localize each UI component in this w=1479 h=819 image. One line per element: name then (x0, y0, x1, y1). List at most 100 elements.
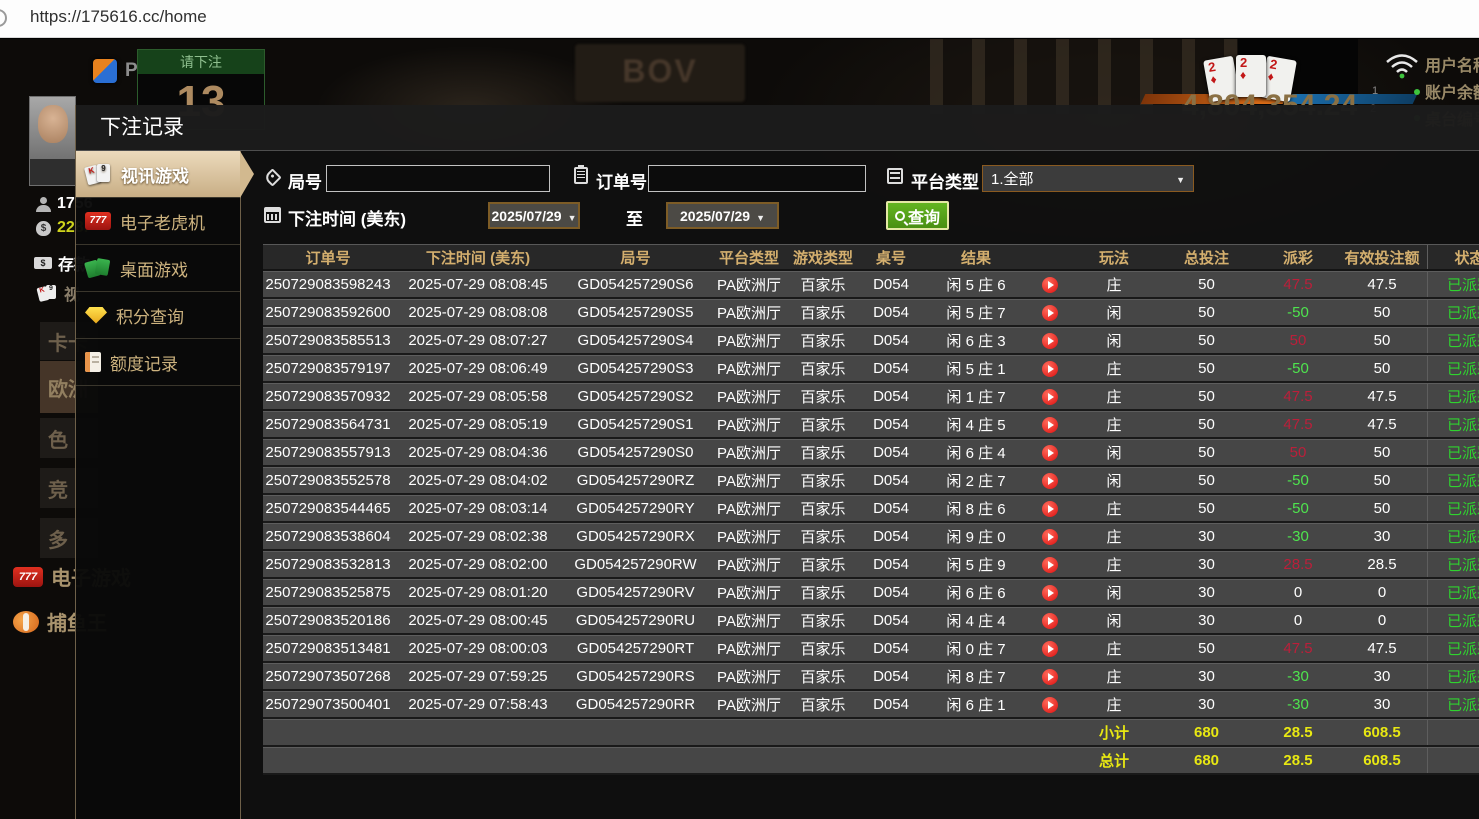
cell-game-type: 百家乐 (790, 496, 856, 521)
order-no-input[interactable] (648, 165, 866, 192)
sidebar-item-slots[interactable]: 777 电子老虎机 (76, 198, 240, 245)
fish-icon (13, 611, 39, 633)
cell-status: 已派彩 (1427, 664, 1479, 689)
cell-valid-bet: 50 (1337, 300, 1427, 325)
cell-result: 闲 6 庄 6 (926, 580, 1026, 605)
cell-result: 闲 2 庄 7 (926, 468, 1026, 493)
replay-play-icon[interactable] (1042, 361, 1058, 377)
cell-replay (1026, 524, 1074, 549)
cell-valid-bet: 47.5 (1337, 636, 1427, 661)
cell-table-no: D054 (856, 356, 926, 381)
replay-play-icon[interactable] (1042, 501, 1058, 517)
replay-play-icon[interactable] (1042, 417, 1058, 433)
user-icon (36, 197, 51, 212)
sidebar-item-points[interactable]: 积分查询 (76, 292, 240, 339)
cell-platform: PA欧洲厅 (708, 496, 790, 521)
cell-status: 已派彩 (1427, 272, 1479, 297)
subtotal-row: 小计 680 28.5 608.5 (263, 719, 1479, 747)
cell-table-no: D054 (856, 692, 926, 717)
replay-play-icon[interactable] (1042, 641, 1058, 657)
platform-type-select[interactable]: 1.全部 (982, 165, 1194, 192)
cell-game-type: 百家乐 (790, 692, 856, 717)
replay-play-icon[interactable] (1042, 613, 1058, 629)
replay-play-icon[interactable] (1042, 697, 1058, 713)
sidebar-item-credit-records[interactable]: 额度记录 (76, 339, 240, 386)
replay-play-icon[interactable] (1042, 389, 1058, 405)
cell-status: 已派彩 (1427, 468, 1479, 493)
sidebar-item-video-games[interactable]: K9 视讯游戏 (76, 151, 240, 198)
diamond-icon (85, 307, 107, 324)
cell-game-type: 百家乐 (790, 524, 856, 549)
replay-play-icon[interactable] (1042, 529, 1058, 545)
replay-play-icon[interactable] (1042, 585, 1058, 601)
cell-total-bet: 50 (1154, 328, 1259, 353)
cell-result: 闲 6 庄 1 (926, 692, 1026, 717)
cell-play: 庄 (1074, 272, 1154, 297)
cell-time: 2025-07-29 07:59:25 (393, 664, 563, 689)
cell-payout: 50 (1259, 328, 1337, 353)
cell-total-bet: 50 (1154, 496, 1259, 521)
cell-table-no: D054 (856, 412, 926, 437)
table-row: 250729073500401 2025-07-29 07:58:43 GD05… (263, 691, 1479, 719)
modal-title-bar: 下注记录 (76, 105, 1479, 151)
cell-result: 闲 4 庄 5 (926, 412, 1026, 437)
cell-game-no: GD054257290RX (563, 524, 708, 549)
cell-total-bet: 50 (1154, 440, 1259, 465)
cell-replay (1026, 580, 1074, 605)
cell-platform: PA欧洲厅 (708, 384, 790, 409)
cell-play: 闲 (1074, 580, 1154, 605)
col-header-replay (1026, 245, 1074, 269)
url-text[interactable]: https://175616.cc/home (30, 7, 207, 27)
replay-play-icon[interactable] (1042, 557, 1058, 573)
cell-table-no: D054 (856, 664, 926, 689)
cell-game-type: 百家乐 (790, 636, 856, 661)
to-label: 至 (626, 205, 643, 230)
cell-game-type: 百家乐 (790, 384, 856, 409)
table-row: 250729083544465 2025-07-29 08:03:14 GD05… (263, 495, 1479, 523)
cell-table-no: D054 (856, 468, 926, 493)
cell-result: 闲 5 庄 1 (926, 356, 1026, 381)
cell-valid-bet: 47.5 (1337, 384, 1427, 409)
table-row: 250729083525875 2025-07-29 08:01:20 GD05… (263, 579, 1479, 607)
replay-play-icon[interactable] (1042, 277, 1058, 293)
search-button[interactable]: 查询 (886, 201, 949, 230)
calendar-icon (264, 207, 281, 223)
browser-address-bar[interactable]: https://175616.cc/home (0, 0, 1479, 38)
cell-play: 庄 (1074, 384, 1154, 409)
cell-total-bet: 50 (1154, 384, 1259, 409)
cell-table-no: D054 (856, 552, 926, 577)
banknote-icon: $ (34, 257, 52, 269)
cell-time: 2025-07-29 08:04:36 (393, 440, 563, 465)
clipboard-icon (574, 167, 588, 184)
date-to-select[interactable]: 2025/07/29 (666, 202, 779, 229)
replay-play-icon[interactable] (1042, 305, 1058, 321)
cell-order: 250729083585513 (263, 328, 393, 353)
table-row: 250729083585513 2025-07-29 08:07:27 GD05… (263, 327, 1479, 355)
cell-table-no: D054 (856, 580, 926, 605)
total-valid-bet: 608.5 (1337, 748, 1427, 773)
cell-total-bet: 30 (1154, 608, 1259, 633)
table-row: 250729083552578 2025-07-29 08:04:02 GD05… (263, 467, 1479, 495)
cell-replay (1026, 468, 1074, 493)
status-dot (1414, 89, 1420, 95)
sidebar-item-table-games[interactable]: 桌面游戏 (76, 245, 240, 292)
replay-play-icon[interactable] (1042, 669, 1058, 685)
cell-status: 已派彩 (1427, 552, 1479, 577)
cell-payout: -30 (1259, 664, 1337, 689)
date-from-select[interactable]: 2025/07/29 (488, 202, 580, 229)
replay-play-icon[interactable] (1042, 473, 1058, 489)
bov-sign: BOV (575, 44, 745, 102)
cell-order: 250729083592600 (263, 300, 393, 325)
platform-icon (887, 168, 903, 184)
cell-replay (1026, 692, 1074, 717)
cell-order: 250729083532813 (263, 552, 393, 577)
cell-time: 2025-07-29 08:00:03 (393, 636, 563, 661)
document-icon (85, 352, 101, 372)
replay-play-icon[interactable] (1042, 333, 1058, 349)
cell-play: 庄 (1074, 552, 1154, 577)
table-row: 250729083598243 2025-07-29 08:08:45 GD05… (263, 271, 1479, 299)
game-no-input[interactable] (326, 165, 550, 192)
replay-play-icon[interactable] (1042, 445, 1058, 461)
cell-payout: -50 (1259, 356, 1337, 381)
reload-icon[interactable] (0, 9, 7, 27)
